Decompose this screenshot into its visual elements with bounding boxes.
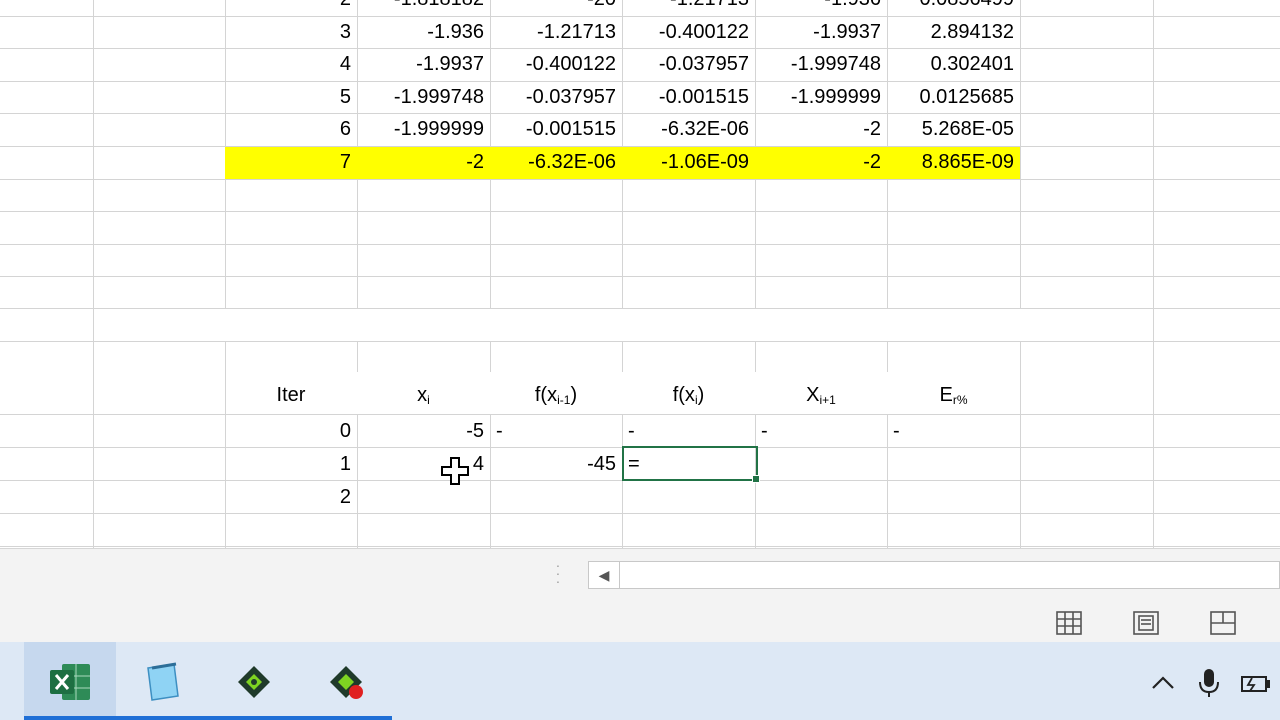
cell-f-prev[interactable]: -6.32E-06: [490, 146, 622, 179]
cell-xi[interactable]: -1.9937: [357, 48, 490, 81]
cell-iter[interactable]: 1: [225, 448, 357, 481]
chevron-left-icon[interactable]: ◀: [589, 562, 620, 588]
split-handle[interactable]: · · ·: [554, 558, 562, 588]
cell-x-next[interactable]: -1.936: [755, 0, 887, 16]
cell-x-next[interactable]: [755, 481, 887, 514]
cell-error[interactable]: -: [887, 415, 1020, 448]
cell-f-prev[interactable]: -0.400122: [490, 48, 622, 81]
cell-error[interactable]: 0.302401: [887, 48, 1020, 81]
cell-f-prev[interactable]: -: [490, 415, 622, 448]
taskbar-app3-button[interactable]: [208, 642, 300, 720]
active-cell-selection[interactable]: [622, 446, 760, 483]
cell-f-cur[interactable]: -0.400122: [622, 16, 755, 49]
cell-xi[interactable]: -1.999748: [357, 81, 490, 114]
battery-charging-icon[interactable]: [1238, 666, 1272, 700]
cell-f-prev[interactable]: -0.037957: [490, 81, 622, 114]
header-error[interactable]: Er%: [887, 379, 1020, 412]
cell-error[interactable]: [887, 481, 1020, 514]
fill-handle[interactable]: [752, 475, 760, 483]
cell-x-next[interactable]: [755, 448, 887, 481]
header-x-next[interactable]: Xi+1: [755, 379, 887, 412]
cell-f-cur[interactable]: -0.037957: [622, 48, 755, 81]
cell-iter[interactable]: 2: [225, 0, 357, 16]
cell-xi[interactable]: -2: [357, 146, 490, 179]
cell-iter[interactable]: 7: [225, 146, 357, 179]
cell-error[interactable]: [887, 448, 1020, 481]
header-f-prev[interactable]: f(xi-1): [490, 379, 622, 412]
cell-xi[interactable]: -5: [357, 415, 490, 448]
cell-f-prev[interactable]: -0.001515: [490, 113, 622, 146]
cell-x-next[interactable]: -1.999748: [755, 48, 887, 81]
cell-error[interactable]: 0.0125685: [887, 81, 1020, 114]
cell-iter[interactable]: 4: [225, 48, 357, 81]
taskbar-notepad-button[interactable]: [116, 642, 208, 720]
app-icon: [238, 666, 270, 698]
cell-iter[interactable]: 5: [225, 81, 357, 114]
cell-error[interactable]: 2.894132: [887, 16, 1020, 49]
cell-xi[interactable]: 4: [357, 448, 490, 481]
cell-x-next[interactable]: -2: [755, 146, 887, 179]
spreadsheet-grid[interactable]: 2 -1.818182 -20 -1.21713 -1.936 0.085649…: [0, 0, 1280, 548]
cell-xi[interactable]: -1.999999: [357, 113, 490, 146]
move-cross-cursor-icon: [441, 457, 469, 485]
cell-f-cur[interactable]: -1.06E-09: [622, 146, 755, 179]
cell-f-prev[interactable]: -45: [490, 448, 622, 481]
cell-iter[interactable]: 6: [225, 113, 357, 146]
cell-xi[interactable]: -1.936: [357, 16, 490, 49]
normal-view-icon[interactable]: [1054, 609, 1084, 637]
taskbar-excel-button[interactable]: [24, 642, 116, 720]
chevron-up-icon[interactable]: [1146, 666, 1180, 700]
excel-icon: [50, 664, 90, 700]
cell-f-cur[interactable]: -: [622, 415, 755, 448]
header-iter[interactable]: Iter: [225, 379, 357, 412]
status-bar: [0, 602, 1280, 642]
taskbar-app4-button[interactable]: [300, 642, 392, 720]
app-recording-icon: [330, 666, 363, 699]
cell-x-next[interactable]: -1.999999: [755, 81, 887, 114]
microphone-icon[interactable]: [1192, 666, 1226, 700]
cell-f-prev[interactable]: -20: [490, 0, 622, 16]
cell-x-next[interactable]: -: [755, 415, 887, 448]
cell-x-next[interactable]: -2: [755, 113, 887, 146]
cell-iter[interactable]: 0: [225, 415, 357, 448]
cell-f-prev[interactable]: [490, 481, 622, 514]
horizontal-scrollbar[interactable]: ◀: [588, 561, 1280, 589]
header-xi[interactable]: xi: [357, 379, 490, 412]
page-layout-view-icon[interactable]: [1131, 609, 1161, 637]
header-f-cur[interactable]: f(xi): [622, 379, 755, 412]
cell-iter[interactable]: 3: [225, 16, 357, 49]
page-break-preview-icon[interactable]: [1208, 609, 1238, 637]
cell-f-cur[interactable]: -6.32E-06: [622, 113, 755, 146]
cell-f-prev[interactable]: -1.21713: [490, 16, 622, 49]
cell-error[interactable]: 5.268E-05: [887, 113, 1020, 146]
cell-xi[interactable]: -1.818182: [357, 0, 490, 16]
sheet-tabs-bar: · · · ◀: [0, 548, 1280, 603]
cell-xi[interactable]: [357, 481, 490, 514]
notepad-icon: [147, 662, 179, 701]
cell-x-next[interactable]: -1.9937: [755, 16, 887, 49]
cell-f-cur[interactable]: [622, 481, 755, 514]
cell-f-cur[interactable]: -0.001515: [622, 81, 755, 114]
cell-error[interactable]: 0.0856499: [887, 0, 1020, 16]
cell-iter[interactable]: 2: [225, 481, 357, 514]
cell-error[interactable]: 8.865E-09: [887, 146, 1020, 179]
cell-f-cur[interactable]: -1.21713: [622, 0, 755, 16]
taskbar: [0, 642, 1280, 720]
